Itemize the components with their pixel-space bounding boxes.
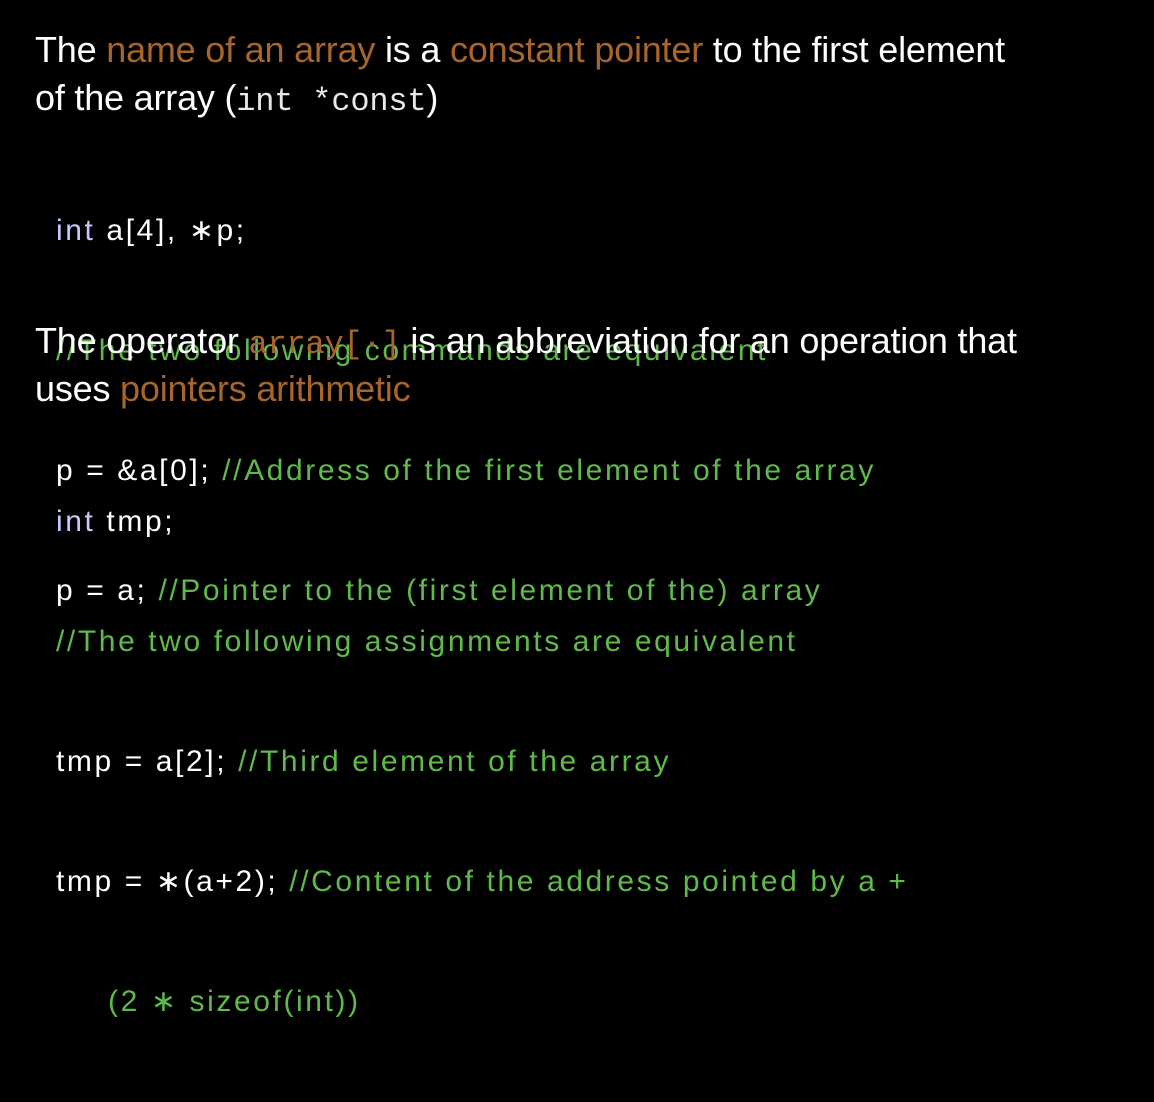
code-block-2: int tmp; //The two following assignments…	[56, 422, 909, 1102]
section1-text-line2: of the array (int *const)	[35, 74, 438, 126]
section1-text-line1: The name of an array is a constant point…	[35, 26, 1005, 74]
code-comment: //Content of the address pointed by a +	[289, 865, 909, 898]
text-span: of the array (	[35, 77, 237, 118]
section2-text-line2: uses pointers arithmetic	[35, 365, 411, 413]
highlight-name-of-array: name of an array	[106, 29, 376, 70]
code-line: tmp = ∗(a+2); //Content of the address p…	[56, 862, 909, 902]
code-line: (2 ∗ sizeof(int))	[56, 982, 909, 1022]
text-span: is an abbreviation for an operation that	[400, 320, 1017, 361]
text-span: uses	[35, 368, 121, 409]
code-keyword: int	[56, 505, 96, 538]
code-line: int tmp;	[56, 502, 909, 542]
code-line: tmp = a[2]; //Third element of the array	[56, 742, 909, 782]
code-text: tmp = ∗(a+2);	[56, 865, 290, 898]
code-comment: //Third element of the array	[238, 745, 672, 778]
highlight-pointers-arithmetic: pointers arithmetic	[120, 368, 411, 409]
section2-text-line1: The operator array[·] is an abbreviation…	[35, 317, 1017, 369]
code-text: tmp;	[95, 505, 176, 538]
code-keyword: int	[56, 214, 96, 247]
code-text: tmp = a[2];	[56, 745, 239, 778]
text-span: The operator	[35, 320, 249, 361]
slide: The name of an array is a constant point…	[0, 0, 1154, 1018]
code-line: //The two following assignments are equi…	[56, 622, 909, 662]
code-comment: (2 ∗ sizeof(int))	[108, 985, 361, 1018]
text-span: to the first element	[703, 29, 1005, 70]
inline-code-array-operator: array[·]	[248, 326, 401, 363]
text-span: )	[426, 77, 439, 118]
text-span: The	[35, 29, 107, 70]
text-span: is a	[375, 29, 451, 70]
inline-code-int-const: int *const	[236, 83, 427, 120]
code-line: int a[4], ∗p;	[56, 211, 876, 251]
code-text: a[4], ∗p;	[95, 214, 247, 247]
highlight-constant-pointer: constant pointer	[450, 29, 703, 70]
code-comment: //The two following assignments are equi…	[56, 625, 798, 658]
